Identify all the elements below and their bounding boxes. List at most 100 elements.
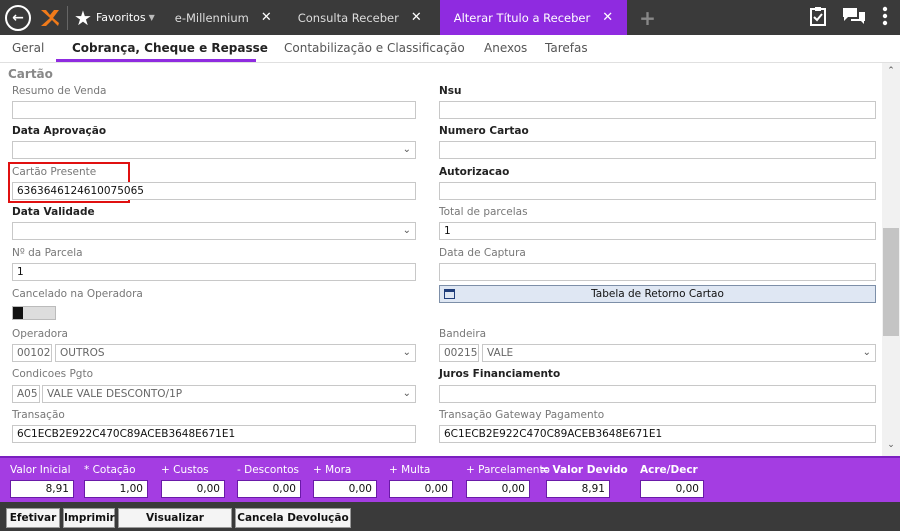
data-aprovacao-select[interactable]: ⌄ xyxy=(12,141,416,159)
condicoes-pgto-label: Condicoes Pgto xyxy=(12,368,93,380)
bandeira-code-input[interactable]: 00215 xyxy=(439,344,479,362)
cancelado-operadora-label: Cancelado na Operadora xyxy=(12,288,143,300)
bandeira-select[interactable]: VALE ⌄ xyxy=(482,344,876,362)
bottom-toolbar: Efetivar Imprimir Visualizar Auditoria C… xyxy=(0,502,900,531)
custos-input[interactable]: 0,00 xyxy=(161,480,225,498)
operadora-value: OUTROS xyxy=(60,347,105,359)
bandeira-label: Bandeira xyxy=(439,328,487,340)
custos-label: + Custos xyxy=(161,464,209,476)
tab-geral[interactable]: Geral xyxy=(12,41,44,55)
autorizacao-label: Autorizacao xyxy=(439,166,510,178)
multa-label: + Multa xyxy=(389,464,431,476)
num-parcela-label: Nº da Parcela xyxy=(12,247,83,259)
valor-devido-input[interactable]: 8,91 xyxy=(546,480,610,498)
favorites-label: Favoritos xyxy=(95,11,146,24)
section-title: Cartão xyxy=(8,67,53,81)
numero-cartao-label: Numero Cartao xyxy=(439,125,529,137)
nsu-input[interactable] xyxy=(439,101,876,119)
total-parcelas-input[interactable]: 1 xyxy=(439,222,876,240)
bandeira-value: VALE xyxy=(487,347,514,359)
close-icon[interactable]: ✕ xyxy=(602,10,613,25)
subtab-bar: Geral Cobrança, Cheque e Repasse Contabi… xyxy=(0,35,900,63)
transacao-input[interactable]: 6C1ECB2E922C470C89ACEB3648E671E1 xyxy=(12,425,416,443)
cancela-devolucao-button[interactable]: Cancela Devolução xyxy=(235,508,351,528)
tab-e-millennium[interactable]: e-Millennium ✕ xyxy=(165,0,282,35)
valor-inicial-label: Valor Inicial xyxy=(10,464,71,476)
condicoes-pgto-select[interactable]: VALE VALE DESCONTO/1P ⌄ xyxy=(42,385,416,403)
data-aprovacao-label: Data Aprovação xyxy=(12,125,107,137)
tab-consulta-receber[interactable]: Consulta Receber ✕ xyxy=(288,0,432,35)
total-parcelas-label: Total de parcelas xyxy=(439,206,528,218)
data-validade-select[interactable]: ⌄ xyxy=(12,222,416,240)
autorizacao-input[interactable] xyxy=(439,182,876,200)
cancelado-operadora-toggle[interactable] xyxy=(12,306,56,320)
condicoes-pgto-value: VALE VALE DESCONTO/1P xyxy=(47,388,183,400)
valor-devido-label: = Valor Devido xyxy=(540,464,628,476)
valor-inicial-input[interactable]: 8,91 xyxy=(10,480,74,498)
transacao-label: Transação xyxy=(12,409,65,421)
numero-cartao-input[interactable] xyxy=(439,141,876,159)
nsu-label: Nsu xyxy=(439,85,462,97)
operadora-code-input[interactable]: 00102 xyxy=(12,344,52,362)
chevron-down-icon: ⌄ xyxy=(402,144,411,155)
imprimir-button[interactable]: Imprimir xyxy=(63,508,115,528)
tabela-retorno-label: Tabela de Retorno Cartao xyxy=(591,288,724,300)
cotacao-input[interactable]: 1,00 xyxy=(84,480,148,498)
operadora-select[interactable]: OUTROS ⌄ xyxy=(55,344,416,362)
visualizar-auditoria-button[interactable]: Visualizar Auditoria xyxy=(118,508,232,531)
data-captura-input[interactable] xyxy=(439,263,876,281)
more-vertical-icon[interactable] xyxy=(882,6,888,26)
tabela-retorno-button[interactable]: Tabela de Retorno Cartao xyxy=(439,285,876,303)
cartao-presente-label: Cartão Presente xyxy=(12,166,97,178)
scroll-thumb[interactable] xyxy=(883,228,899,336)
resumo-venda-input[interactable] xyxy=(12,101,416,119)
parcelamento-input[interactable]: 0,00 xyxy=(466,480,530,498)
clipboard-check-icon[interactable] xyxy=(810,6,826,26)
chevron-down-icon[interactable]: ⌄ xyxy=(882,440,900,454)
toggle-knob xyxy=(13,307,23,319)
top-bar: ← ★ Favoritos ▼ e-Millennium ✕ Consulta … xyxy=(0,0,900,35)
data-captura-label: Data de Captura xyxy=(439,247,526,259)
form-content: Cartão Resumo de Venda Nsu Data Aprovaçã… xyxy=(0,63,882,456)
transacao-gateway-input[interactable]: 6C1ECB2E922C470C89ACEB3648E671E1 xyxy=(439,425,876,443)
close-icon[interactable]: ✕ xyxy=(411,10,422,25)
active-tab-indicator xyxy=(56,59,256,62)
transacao-gateway-label: Transação Gateway Pagamento xyxy=(439,409,605,421)
condicoes-pgto-code-input[interactable]: A05 xyxy=(12,385,40,403)
chevron-down-icon: ⌄ xyxy=(402,388,411,399)
tab-contabilizacao[interactable]: Contabilização e Classificação xyxy=(284,41,465,55)
chevron-up-icon[interactable]: ⌃ xyxy=(882,66,900,80)
star-icon: ★ xyxy=(74,5,92,30)
tab-tarefas[interactable]: Tarefas xyxy=(545,41,588,55)
parcelamento-label: + Parcelamento xyxy=(466,464,550,476)
tab-cobranca[interactable]: Cobrança, Cheque e Repasse xyxy=(72,41,268,55)
chevron-down-icon: ⌄ xyxy=(402,347,411,358)
chevron-down-icon: ▼ xyxy=(148,13,155,22)
divider xyxy=(67,5,68,30)
tab-alterar-titulo[interactable]: Alterar Título a Receber ✕ xyxy=(439,0,628,35)
chat-bubbles-icon[interactable] xyxy=(842,7,866,25)
multa-input[interactable]: 0,00 xyxy=(389,480,453,498)
juros-financiamento-input[interactable] xyxy=(439,385,876,403)
add-tab-icon[interactable]: + xyxy=(639,6,656,30)
num-parcela-input[interactable]: 1 xyxy=(12,263,416,281)
chevron-down-icon: ⌄ xyxy=(862,347,871,358)
descontos-input[interactable]: 0,00 xyxy=(237,480,301,498)
mora-input[interactable]: 0,00 xyxy=(313,480,377,498)
favorites-menu[interactable]: ★ Favoritos ▼ xyxy=(74,8,155,28)
acre-decr-input[interactable]: 0,00 xyxy=(640,480,704,498)
vertical-scrollbar[interactable]: ⌃ ⌄ xyxy=(882,63,900,456)
data-validade-label: Data Validade xyxy=(12,206,95,218)
cartao-presente-input[interactable]: 6363646124610075065 xyxy=(12,182,416,200)
millennium-logo-icon xyxy=(41,9,59,26)
tab-anexos[interactable]: Anexos xyxy=(484,41,527,55)
resumo-venda-label: Resumo de Venda xyxy=(12,85,107,97)
juros-financiamento-label: Juros Financiamento xyxy=(439,368,561,380)
acre-decr-label: Acre/Decr xyxy=(640,464,698,476)
efetivar-button[interactable]: Efetivar xyxy=(6,508,60,528)
mora-label: + Mora xyxy=(313,464,352,476)
tab-label: e-Millennium xyxy=(174,10,249,25)
close-icon[interactable]: ✕ xyxy=(261,10,272,25)
totals-bar: Valor Inicial 8,91 * Cotação 1,00 + Cust… xyxy=(0,456,900,502)
back-arrow-icon[interactable]: ← xyxy=(5,4,31,31)
